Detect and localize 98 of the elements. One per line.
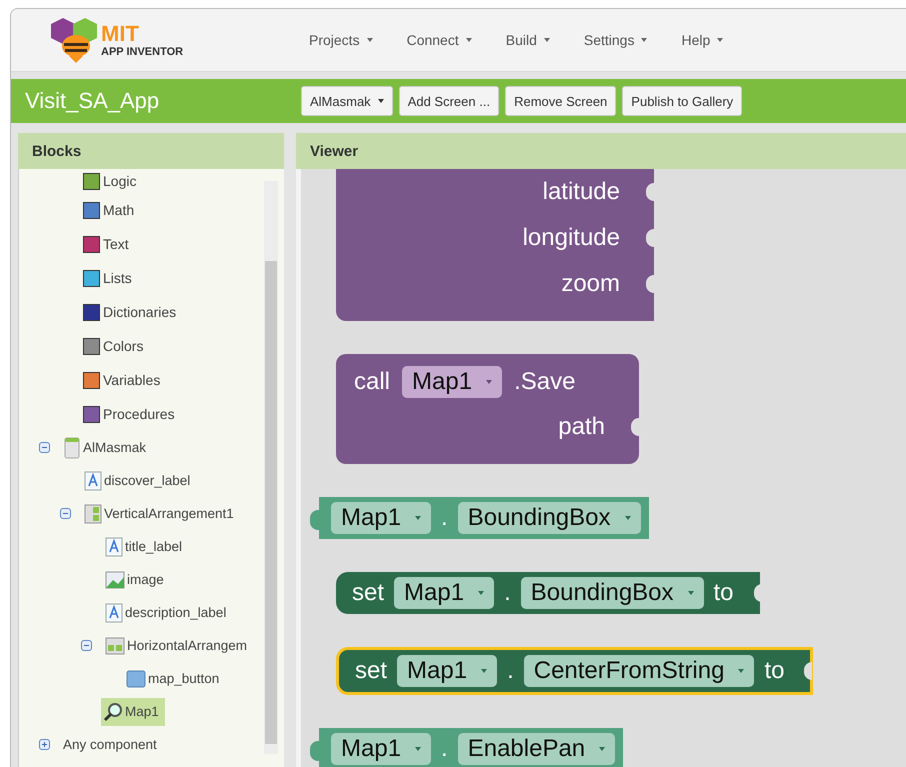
component-item[interactable]: title_label [105,534,186,558]
drawer-item[interactable]: Logic [19,169,263,193]
drawer-item[interactable]: Dictionaries [19,295,263,329]
getter-block[interactable]: Map1 . EnablePan [310,728,624,767]
button-icon [126,670,146,688]
panel-title: Blocks [32,142,82,160]
property-dropdown[interactable]: EnablePan [458,733,616,765]
toolbar-button[interactable]: Add Screen ... [398,86,500,116]
caret-icon [738,669,744,673]
argument-label: longitude [522,224,620,252]
screen-dropdown[interactable]: AlMasmak [301,86,393,116]
vertical-scrollbar[interactable] [264,181,278,754]
property-dropdown[interactable]: BoundingBox [458,502,640,534]
input-socket [646,229,654,247]
horizontal-layout-icon [105,636,125,654]
collapse-toggle-icon[interactable] [81,640,92,651]
component-item[interactable]: HorizontalArrangem [105,634,252,656]
toolbar-button[interactable]: Remove Screen [505,86,616,116]
getter-block[interactable]: Map1 . BoundingBox [310,497,648,539]
menu-item[interactable]: Connect [406,32,472,48]
menu-item[interactable]: Projects [309,32,373,48]
drawer-item[interactable]: Colors [19,329,263,363]
logo-subtitle: APP INVENTOR [101,46,184,58]
separator-dot: . [507,657,514,685]
caret-icon [717,38,724,42]
component-dropdown[interactable]: Map1 [397,655,498,687]
caret-icon [466,38,472,42]
separator-dot: . [504,579,511,607]
component-dropdown[interactable]: Map1 [394,577,494,609]
input-socket [646,275,654,293]
menu-item[interactable]: Settings [584,32,648,48]
component-item[interactable]: Map1 [101,698,165,726]
drawer-item[interactable]: Procedures [19,397,263,431]
input-socket [631,418,639,436]
component-item[interactable]: description_label [105,600,230,624]
property-dropdown[interactable]: BoundingBox [520,577,704,609]
expand-toggle-icon[interactable] [39,739,50,750]
method-block[interactable]: call Map1 .Save path [336,354,639,464]
drawer-item[interactable]: Variables [19,363,263,397]
property-dropdown[interactable]: CenterFromString [524,655,754,687]
method-name: .Save [514,368,576,396]
caret-icon [486,380,492,384]
menu-item[interactable]: Help [681,32,724,48]
component-item[interactable]: discover_label [84,468,194,492]
toolbar-button[interactable]: Publish to Gallery [622,86,742,116]
collapse-toggle-icon[interactable] [60,508,71,519]
block-keyword: call [354,368,390,396]
magnifier-icon [103,702,123,722]
argument-label: path [558,413,605,441]
method-block[interactable]: latitude longitude zoom [336,169,654,321]
output-connector [310,510,320,530]
caret-icon [415,516,422,520]
caret-icon [624,516,630,520]
caret-icon [544,38,550,42]
project-title: Visit_SA_App [25,88,160,114]
drawer-item[interactable]: Text [19,227,263,261]
setter-block[interactable]: set Map1 . CenterFromString to [336,647,814,695]
block-keyword: to [714,579,734,607]
drawer-item[interactable]: Lists [19,261,263,295]
setter-block[interactable]: set Map1 . BoundingBox to [336,572,760,614]
block-keyword: to [764,657,784,685]
argument-label: zoom [561,270,620,298]
input-socket [804,662,812,680]
caret-icon [688,591,694,595]
caret-icon [366,38,373,42]
caret-icon [641,38,648,42]
separator-dot: . [441,504,448,532]
caret-icon [378,99,384,103]
label-icon [105,536,123,556]
component-item[interactable]: map_button [126,668,224,690]
collapse-toggle-icon[interactable] [39,442,50,453]
logo-title: MIT [101,22,140,44]
caret-icon [415,747,422,751]
drawer-item[interactable]: Math [19,193,263,227]
image-icon [105,570,125,588]
caret-icon [481,669,488,673]
input-socket [754,584,762,602]
vertical-layout-icon [84,504,102,524]
component-item[interactable]: AlMasmak [63,434,150,460]
component-dropdown[interactable]: Map1 [331,733,432,765]
input-socket [646,183,654,201]
label-icon [105,602,123,622]
label-icon [84,470,102,490]
component-item[interactable]: VerticalArrangement1 [84,502,238,526]
output-connector [310,741,320,761]
component-dropdown[interactable]: Map1 [331,502,432,534]
component-dropdown[interactable]: Map1 [402,366,502,398]
argument-label: latitude [542,178,620,206]
caret-icon [599,747,606,751]
block-keyword: set [352,579,384,607]
panel-title: Viewer [310,142,358,160]
caret-icon [478,591,484,595]
separator-dot: . [441,735,448,763]
component-item[interactable]: image [105,568,168,590]
menu-item[interactable]: Build [506,32,550,48]
component-item[interactable]: Any component [63,737,157,752]
block-keyword: set [355,657,388,685]
phone-icon [63,436,81,458]
